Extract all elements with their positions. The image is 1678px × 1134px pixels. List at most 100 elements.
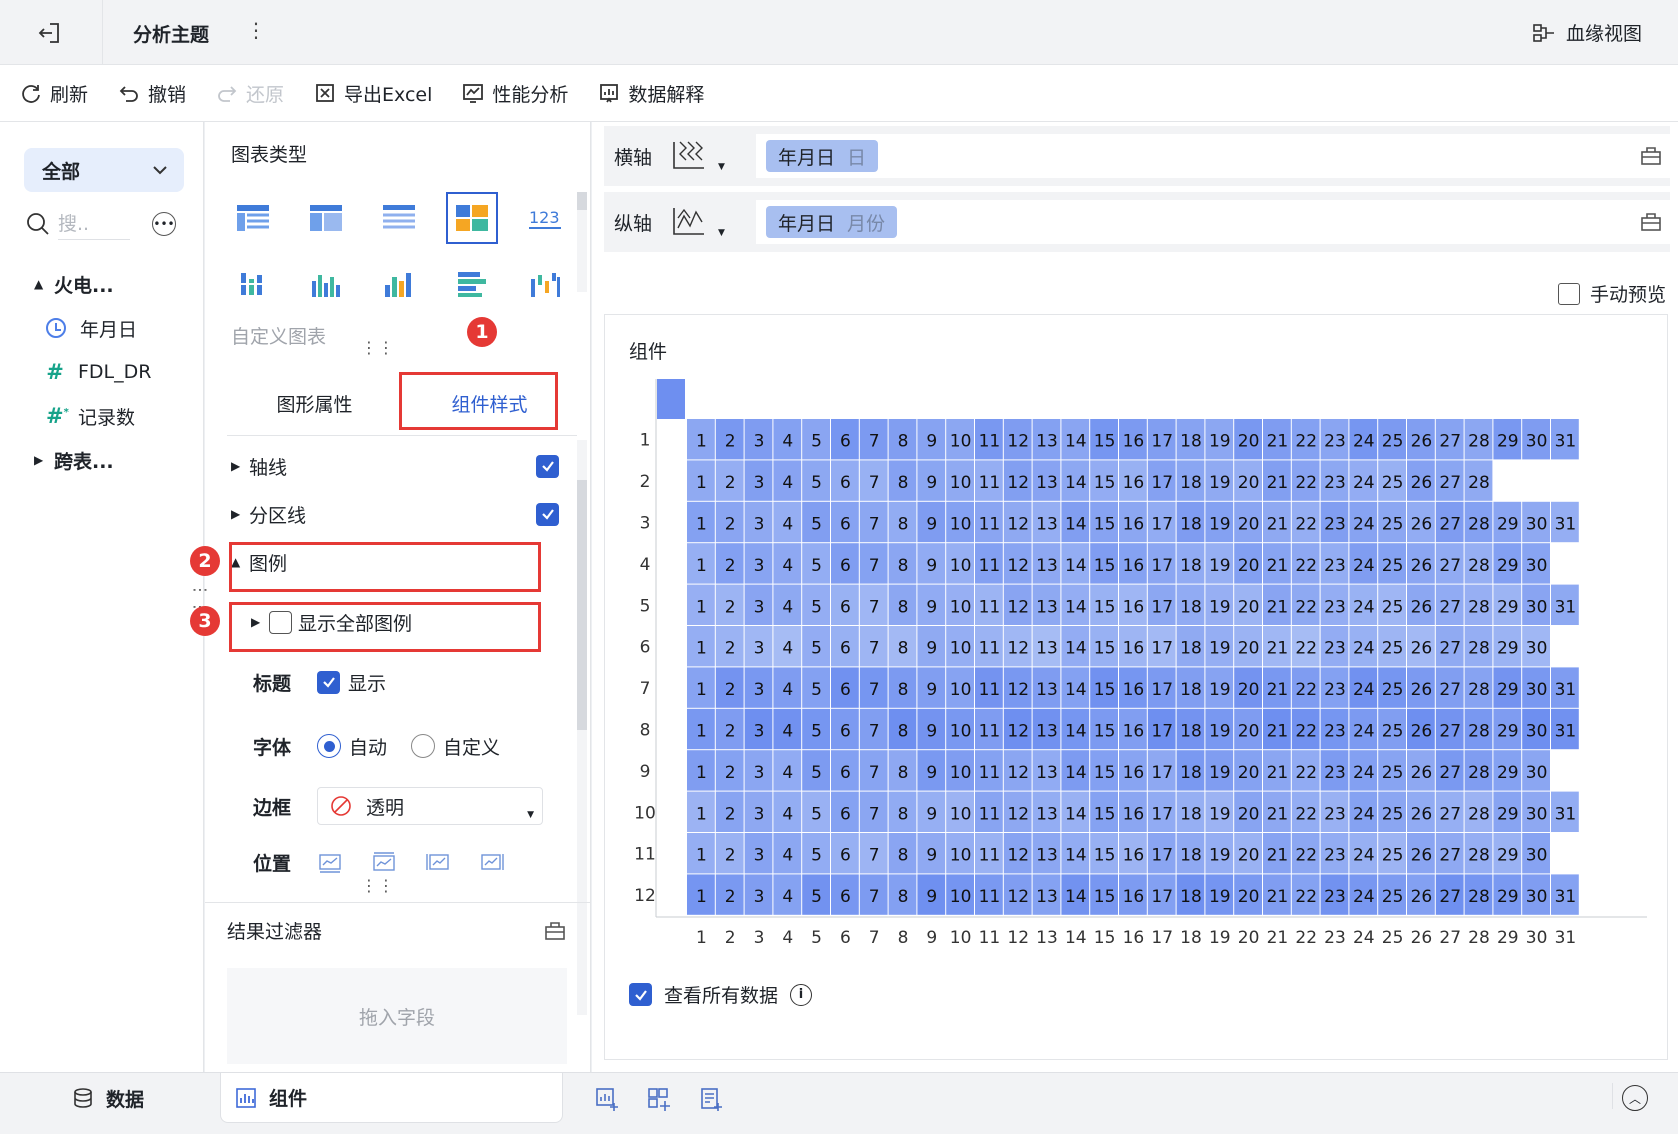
tab-graphic-properties[interactable]: 图形属性	[227, 372, 402, 435]
tab-component[interactable]: 组件	[220, 1073, 563, 1123]
column-chart-icon[interactable]	[300, 258, 352, 310]
x-axis-drop-field[interactable]: 年月日 日	[756, 134, 1678, 178]
more-options-icon[interactable]: •••	[152, 212, 176, 236]
waterfall-chart-icon[interactable]	[519, 258, 571, 310]
collapse-up-icon[interactable]: ︿	[1622, 1085, 1648, 1111]
x-tick-label: 20	[1238, 928, 1260, 948]
cell-label: 21	[1267, 639, 1289, 659]
division-line-checkbox[interactable]	[536, 502, 559, 526]
result-filter-section: 结果过滤器	[205, 902, 591, 962]
x-field-name: 年月日	[778, 146, 836, 169]
lineage-view-button[interactable]: 血缘视图	[1532, 19, 1642, 46]
x-field-pill[interactable]: 年月日 日	[766, 140, 879, 172]
field-item-date[interactable]: 年月日	[34, 306, 199, 350]
heatmap-chart-icon[interactable]	[446, 192, 498, 244]
view-all-data-checkbox[interactable]	[629, 983, 652, 1006]
cell-label: 7	[869, 473, 880, 493]
tree-group-cross[interactable]: ▶ 跨表...	[34, 438, 199, 482]
cell-label: 21	[1267, 473, 1289, 493]
performance-button[interactable]: 性能分析	[462, 80, 568, 107]
cell-label: 16	[1123, 846, 1145, 866]
export-excel-button[interactable]: 导出Excel	[314, 80, 432, 107]
bar-chart-icon[interactable]	[446, 258, 498, 310]
legend-position-top-icon[interactable]	[371, 850, 397, 874]
more-menu-icon[interactable]: ⋮	[246, 18, 266, 42]
data-explain-button[interactable]: 数据解释	[598, 80, 704, 107]
axis-line-row[interactable]: ▶ 轴线	[227, 446, 567, 486]
cell-label: 2	[725, 680, 736, 700]
tree-group-power[interactable]: ▲ 火电...	[34, 262, 199, 306]
cell-label: 21	[1267, 432, 1289, 452]
border-select[interactable]: 透明 ▼	[317, 787, 543, 825]
lock-toggle-icon[interactable]	[1640, 144, 1662, 166]
cell-label: 8	[898, 846, 909, 866]
custom-chart-label[interactable]: 自定义图表	[231, 322, 326, 349]
cell-label: 31	[1555, 887, 1577, 907]
field-search[interactable]: 搜.. •••	[26, 206, 176, 242]
cell-label: 18	[1180, 804, 1202, 824]
cell-label: 25	[1382, 597, 1404, 617]
lock-toggle-icon[interactable]	[544, 919, 566, 941]
cell-label: 16	[1123, 887, 1145, 907]
cell-label: 25	[1382, 887, 1404, 907]
view-all-data-toggle[interactable]: 查看所有数据 i	[629, 981, 813, 1008]
font-auto-radio[interactable]	[317, 734, 341, 758]
title-show-checkbox[interactable]	[317, 670, 340, 694]
refresh-button[interactable]: 刷新	[20, 80, 88, 107]
field-item-fdl[interactable]: # FDL_DR	[34, 350, 199, 394]
legend-position-right-icon[interactable]	[479, 850, 505, 874]
redo-button[interactable]: 还原	[216, 80, 284, 107]
cell-label: 6	[840, 680, 851, 700]
y-axis-row: 纵轴 ▼ 年月日 月份	[604, 192, 1678, 252]
add-chart-icon[interactable]	[594, 1086, 620, 1112]
cell-label: 17	[1151, 556, 1173, 576]
detail-table-icon[interactable]	[373, 192, 425, 244]
field-item-count[interactable]: #* 记录数	[34, 394, 199, 438]
scope-label: 全部	[42, 160, 81, 183]
filter-drop-zone[interactable]: 拖入字段	[227, 968, 567, 1064]
exit-icon[interactable]	[36, 20, 64, 46]
kpi-number-icon[interactable]: 123	[519, 192, 571, 244]
cell-label: 12	[1007, 846, 1029, 866]
cell-label: 7	[869, 804, 880, 824]
add-dashboard-icon[interactable]	[646, 1086, 672, 1112]
y-axis-drop-field[interactable]: 年月日 月份	[756, 200, 1678, 244]
resize-handle-icon[interactable]: ⋮⋮	[361, 338, 395, 357]
y-axis-type-dropdown[interactable]: ▼	[670, 200, 742, 244]
info-icon[interactable]: i	[790, 983, 813, 1006]
axis-line-checkbox[interactable]	[536, 454, 559, 478]
heatmap-chart[interactable]: 1 1 2 3 4 5 6 7 8 9 10 11 12 13 14 15 16 17 18 19 20 21 22 23 24…	[605, 315, 1667, 965]
search-input[interactable]: 搜..	[58, 209, 130, 240]
manual-preview-toggle[interactable]: 手动预览	[1557, 280, 1666, 307]
y-field-pill[interactable]: 年月日 月份	[766, 206, 898, 238]
cell-label: 22	[1295, 804, 1317, 824]
table-chart-icon[interactable]	[227, 192, 279, 244]
font-custom-radio[interactable]	[411, 734, 436, 758]
cell-label: 10	[950, 639, 972, 659]
resize-handle-icon[interactable]: ⋮⋮	[361, 876, 395, 895]
x-axis-type-dropdown[interactable]: ▼	[670, 134, 742, 178]
legend-position-left-icon[interactable]	[425, 850, 451, 874]
lock-toggle-icon[interactable]	[1640, 210, 1662, 232]
cell-label: 10	[950, 515, 972, 535]
add-report-icon[interactable]	[698, 1086, 724, 1112]
manual-preview-checkbox[interactable]	[1557, 282, 1580, 305]
cell-label: 1	[696, 639, 707, 659]
cell-label: 1	[696, 597, 707, 617]
legend-position-bottom-icon[interactable]	[317, 850, 343, 874]
performance-label: 性能分析	[492, 83, 569, 106]
cell-label: 10	[950, 432, 972, 452]
chart-type-scrollbar[interactable]	[577, 192, 587, 292]
scope-dropdown[interactable]: 全部	[24, 148, 184, 192]
tab-data[interactable]: 数据	[72, 1073, 212, 1123]
multi-column-icon[interactable]	[373, 258, 425, 310]
division-line-label: 分区线	[249, 504, 307, 527]
cell-label: 15	[1094, 515, 1116, 535]
cell-label: 9	[926, 722, 937, 742]
cell-label: 7	[869, 639, 880, 659]
division-line-row[interactable]: ▶ 分区线	[227, 494, 567, 534]
grouped-bar-icon[interactable]	[227, 258, 279, 310]
undo-button[interactable]: 撤销	[118, 80, 186, 107]
cross-table-icon[interactable]	[300, 192, 352, 244]
cell-label: 21	[1267, 804, 1289, 824]
